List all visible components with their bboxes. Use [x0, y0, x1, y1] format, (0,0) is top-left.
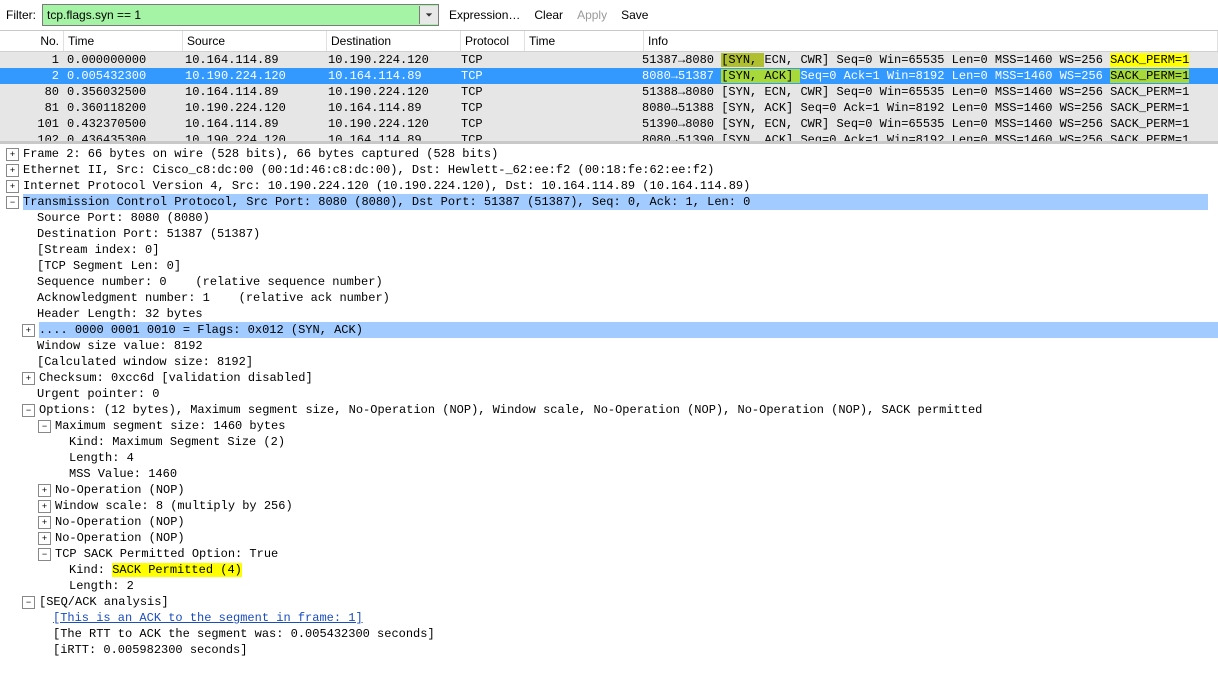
tree-line[interactable]: +Frame 2: 66 bytes on wire (528 bits), 6… — [0, 146, 1218, 162]
tree-line[interactable]: Kind: Maximum Segment Size (2) — [0, 434, 1218, 450]
filter-save-button[interactable]: Save — [617, 8, 652, 22]
tree-line[interactable]: [Stream index: 0] — [0, 242, 1218, 258]
col-protocol[interactable]: Protocol — [461, 31, 525, 51]
tree-line[interactable]: Kind: SACK Permitted (4) — [0, 562, 1218, 578]
col-info[interactable]: Info — [644, 31, 1218, 51]
packet-list[interactable]: No. Time Source Destination Protocol Tim… — [0, 30, 1218, 143]
packet-row[interactable]: 800.35603250010.164.114.8910.190.224.120… — [0, 84, 1218, 100]
tree-line[interactable]: −Transmission Control Protocol, Src Port… — [0, 194, 1218, 210]
tree-line[interactable]: −TCP SACK Permitted Option: True — [0, 546, 1218, 562]
expand-icon[interactable]: + — [38, 532, 51, 545]
tree-line[interactable]: Length: 4 — [0, 450, 1218, 466]
collapse-icon[interactable]: − — [6, 196, 19, 209]
filter-dropdown-button[interactable] — [419, 6, 438, 24]
collapse-icon[interactable]: − — [38, 420, 51, 433]
collapse-icon[interactable]: − — [22, 404, 35, 417]
tree-line[interactable]: [The RTT to ACK the segment was: 0.00543… — [0, 626, 1218, 642]
tree-line[interactable]: +Internet Protocol Version 4, Src: 10.19… — [0, 178, 1218, 194]
tree-line[interactable]: Header Length: 32 bytes — [0, 306, 1218, 322]
collapse-icon[interactable]: − — [38, 548, 51, 561]
expand-icon[interactable]: + — [6, 148, 19, 161]
packet-row[interactable]: 20.00543230010.190.224.12010.164.114.89T… — [0, 68, 1218, 84]
tree-line[interactable]: [iRTT: 0.005982300 seconds] — [0, 642, 1218, 658]
packet-row[interactable]: 1010.43237050010.164.114.8910.190.224.12… — [0, 116, 1218, 132]
filter-toolbar: Filter: Expression… Clear Apply Save — [0, 0, 1218, 30]
tree-line[interactable]: +No-Operation (NOP) — [0, 482, 1218, 498]
filter-input[interactable] — [43, 6, 419, 24]
packet-row[interactable]: 1020.43643530010.190.224.12010.164.114.8… — [0, 132, 1218, 143]
tree-line[interactable]: Window size value: 8192 — [0, 338, 1218, 354]
col-time[interactable]: Time — [64, 31, 183, 51]
tree-line[interactable]: Acknowledgment number: 1 (relative ack n… — [0, 290, 1218, 306]
col-time2[interactable]: Time — [525, 31, 644, 51]
tree-line[interactable]: +No-Operation (NOP) — [0, 514, 1218, 530]
expand-icon[interactable]: + — [38, 500, 51, 513]
tree-line[interactable]: [This is an ACK to the segment in frame:… — [0, 610, 1218, 626]
filter-clear-button[interactable]: Clear — [530, 8, 567, 22]
tree-line[interactable]: +.... 0000 0001 0010 = Flags: 0x012 (SYN… — [0, 322, 1218, 338]
expand-icon[interactable]: + — [22, 372, 35, 385]
tree-line[interactable]: +No-Operation (NOP) — [0, 530, 1218, 546]
packet-row[interactable]: 810.36011820010.190.224.12010.164.114.89… — [0, 100, 1218, 116]
tree-line[interactable]: +Checksum: 0xcc6d [validation disabled] — [0, 370, 1218, 386]
expand-icon[interactable]: + — [6, 164, 19, 177]
filter-label: Filter: — [6, 8, 36, 22]
tree-line[interactable]: [Calculated window size: 8192] — [0, 354, 1218, 370]
tree-line[interactable]: Urgent pointer: 0 — [0, 386, 1218, 402]
expand-icon[interactable]: + — [38, 484, 51, 497]
col-destination[interactable]: Destination — [327, 31, 461, 51]
tree-line[interactable]: Source Port: 8080 (8080) — [0, 210, 1218, 226]
tree-line[interactable]: Destination Port: 51387 (51387) — [0, 226, 1218, 242]
tree-line[interactable]: Sequence number: 0 (relative sequence nu… — [0, 274, 1218, 290]
tree-line[interactable]: −[SEQ/ACK analysis] — [0, 594, 1218, 610]
tree-line[interactable]: [TCP Segment Len: 0] — [0, 258, 1218, 274]
packet-row[interactable]: 10.00000000010.164.114.8910.190.224.120T… — [0, 52, 1218, 68]
filter-apply-button[interactable]: Apply — [573, 8, 611, 22]
col-no[interactable]: No. — [0, 31, 64, 51]
chevron-down-icon — [425, 11, 433, 19]
col-source[interactable]: Source — [183, 31, 327, 51]
tree-line[interactable]: −Maximum segment size: 1460 bytes — [0, 418, 1218, 434]
expand-icon[interactable]: + — [6, 180, 19, 193]
tree-line[interactable]: −Options: (12 bytes), Maximum segment si… — [0, 402, 1218, 418]
tree-line[interactable]: MSS Value: 1460 — [0, 466, 1218, 482]
tree-line[interactable]: +Window scale: 8 (multiply by 256) — [0, 498, 1218, 514]
packet-details-tree[interactable]: +Frame 2: 66 bytes on wire (528 bits), 6… — [0, 143, 1218, 675]
filter-expression-button[interactable]: Expression… — [445, 8, 524, 22]
expand-icon[interactable]: + — [38, 516, 51, 529]
expand-icon[interactable]: + — [22, 324, 35, 337]
filter-input-container[interactable] — [42, 4, 439, 26]
tree-line[interactable]: +Ethernet II, Src: Cisco_c8:dc:00 (00:1d… — [0, 162, 1218, 178]
collapse-icon[interactable]: − — [22, 596, 35, 609]
packet-list-header: No. Time Source Destination Protocol Tim… — [0, 31, 1218, 52]
tree-line[interactable]: Length: 2 — [0, 578, 1218, 594]
